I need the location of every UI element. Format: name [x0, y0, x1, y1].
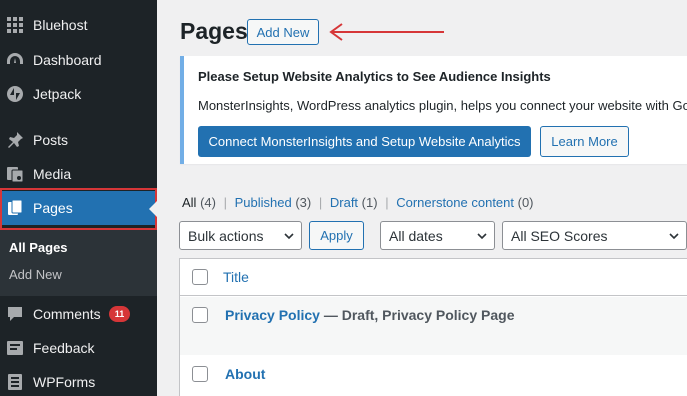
- pages-table: Title Privacy Policy — Draft, Privacy Po…: [179, 258, 687, 396]
- pushpin-icon: [6, 131, 24, 149]
- chevron-down-icon: [477, 233, 487, 240]
- connect-monsterinsights-button[interactable]: Connect MonsterInsights and Setup Websit…: [198, 126, 531, 157]
- submenu-all-pages[interactable]: All Pages: [9, 240, 68, 255]
- filter-all-count: (4): [200, 195, 216, 210]
- sidebar-item-label: Feedback: [33, 340, 95, 356]
- add-new-button[interactable]: Add New: [247, 19, 319, 45]
- comment-icon: [6, 305, 24, 323]
- pages-icon: [6, 199, 24, 217]
- page-title-link[interactable]: Privacy Policy: [225, 307, 320, 323]
- sidebar-item-bluehost[interactable]: Bluehost: [0, 8, 157, 42]
- filter-published[interactable]: Published: [235, 195, 292, 210]
- filter-all[interactable]: All: [182, 195, 196, 210]
- sidebar-item-label: Bluehost: [33, 17, 88, 33]
- filter-separator: |: [318, 195, 323, 210]
- sidebar-item-label: Pages: [33, 200, 73, 216]
- sidebar-item-label: Dashboard: [33, 52, 102, 68]
- row-title: Privacy Policy — Draft, Privacy Policy P…: [225, 307, 514, 323]
- title-column-header[interactable]: Title: [223, 269, 249, 285]
- filter-cornerstone-count: (0): [517, 195, 534, 210]
- annotation-arrow-icon: [329, 23, 444, 41]
- dashboard-icon: [6, 51, 24, 69]
- submenu-add-new[interactable]: Add New: [9, 267, 62, 282]
- table-row: Privacy Policy — Draft, Privacy Policy P…: [180, 297, 687, 355]
- active-indicator-arrow: [149, 201, 157, 217]
- forms-icon: [6, 373, 24, 391]
- row-checkbox[interactable]: [192, 307, 208, 323]
- learn-more-button[interactable]: Learn More: [540, 126, 629, 157]
- media-icon: [6, 165, 24, 183]
- table-row: About: [180, 356, 687, 396]
- apply-button[interactable]: Apply: [309, 221, 364, 250]
- sidebar-item-media[interactable]: Media: [0, 157, 157, 191]
- sidebar-item-label: Posts: [33, 132, 69, 148]
- bulk-actions-value: Bulk actions: [188, 227, 264, 244]
- pages-submenu: All Pages Add New: [0, 230, 157, 296]
- filter-draft-count: (1): [361, 195, 378, 210]
- sidebar-item-dashboard[interactable]: Dashboard: [0, 43, 157, 77]
- admin-sidebar: Bluehost Dashboard Jetpack Posts Media P…: [0, 0, 157, 396]
- filter-published-count: (3): [295, 195, 312, 210]
- sidebar-item-label: Jetpack: [33, 86, 82, 102]
- notice-description: MonsterInsights, WordPress analytics plu…: [198, 98, 687, 113]
- page-title-link[interactable]: About: [225, 366, 265, 382]
- seo-scores-value: All SEO Scores: [511, 227, 608, 244]
- sidebar-item-jetpack[interactable]: Jetpack: [0, 77, 157, 111]
- grid-icon: [6, 16, 24, 34]
- sidebar-item-comments[interactable]: Comments 11: [0, 297, 157, 331]
- comment-count-badge: 11: [108, 306, 131, 322]
- chevron-down-icon: [284, 233, 294, 240]
- filter-cornerstone[interactable]: Cornerstone content: [396, 195, 514, 210]
- sidebar-item-label: Media: [33, 166, 72, 182]
- analytics-notice: Please Setup Website Analytics to See Au…: [180, 56, 687, 164]
- chevron-down-icon: [669, 233, 679, 240]
- sidebar-item-posts[interactable]: Posts: [0, 123, 157, 157]
- sidebar-item-feedback[interactable]: Feedback: [0, 331, 157, 365]
- filter-separator: |: [223, 195, 227, 210]
- feedback-icon: [6, 339, 24, 357]
- sidebar-item-label: Comments: [33, 306, 101, 322]
- filter-separator: |: [385, 195, 389, 210]
- select-all-checkbox[interactable]: [192, 269, 208, 285]
- row-checkbox[interactable]: [192, 366, 208, 382]
- page-state: — Draft, Privacy Policy Page: [319, 307, 515, 323]
- sidebar-item-label: WPForms: [33, 374, 96, 390]
- status-filters: All (4) | Published (3) | Draft (1) | Co…: [182, 195, 534, 210]
- jetpack-icon: [6, 85, 24, 103]
- page-title: Pages: [180, 18, 248, 44]
- sidebar-item-pages[interactable]: Pages: [0, 191, 157, 225]
- notice-title: Please Setup Website Analytics to See Au…: [198, 69, 551, 84]
- table-header: Title: [180, 259, 687, 296]
- sidebar-item-wpforms[interactable]: WPForms: [0, 365, 157, 396]
- seo-scores-select[interactable]: All SEO Scores: [502, 221, 687, 250]
- dates-filter-select[interactable]: All dates: [380, 221, 495, 250]
- filter-draft[interactable]: Draft: [330, 195, 358, 210]
- bulk-actions-select[interactable]: Bulk actions: [179, 221, 302, 250]
- dates-filter-value: All dates: [389, 227, 443, 244]
